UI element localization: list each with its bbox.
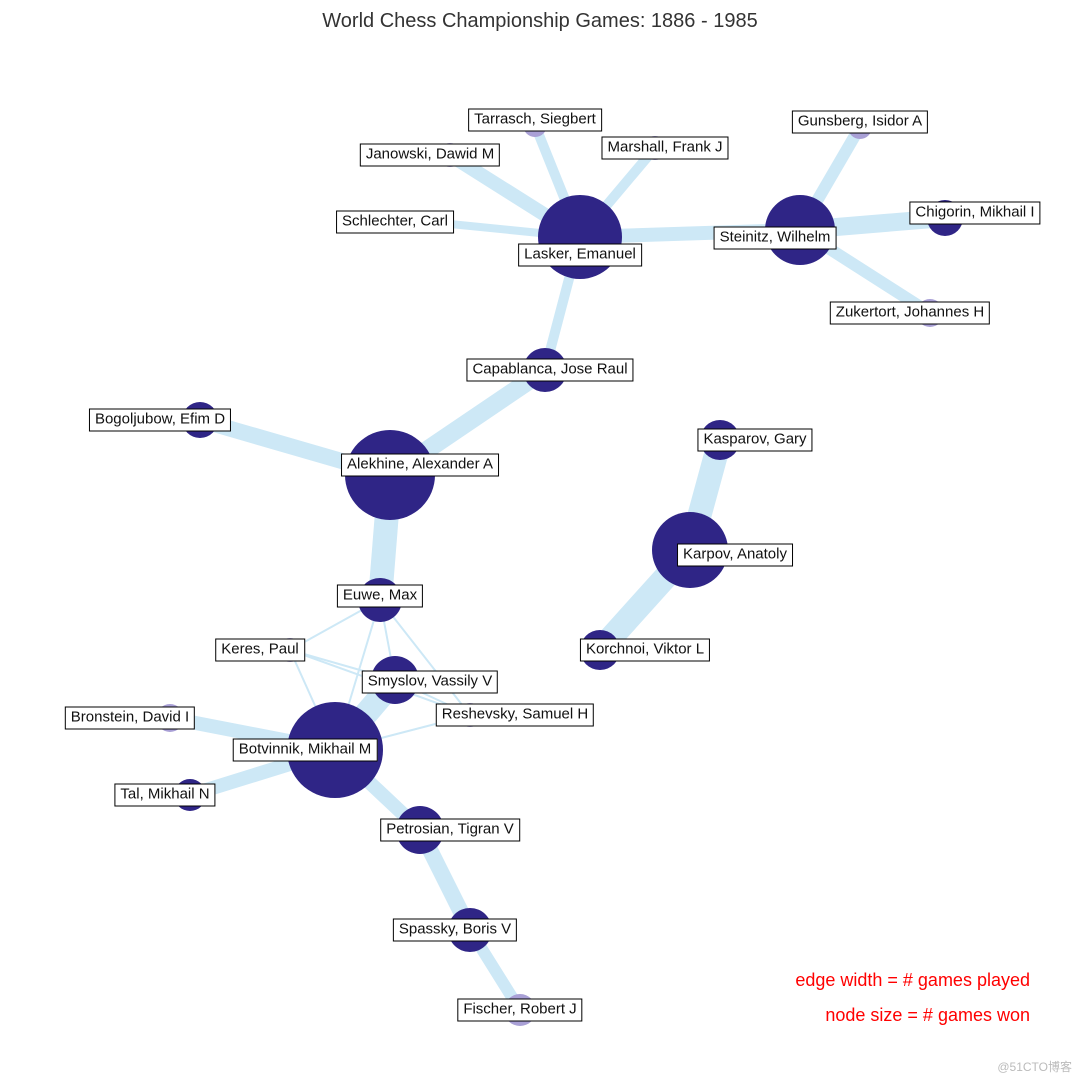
- label-bronstein: Bronstein, David I: [65, 707, 195, 730]
- label-marshall: Marshall, Frank J: [601, 137, 728, 160]
- label-reshevsky: Reshevsky, Samuel H: [436, 704, 594, 727]
- label-karpov: Karpov, Anatoly: [677, 544, 793, 567]
- label-spassky: Spassky, Boris V: [393, 919, 517, 942]
- label-alekhine: Alekhine, Alexander A: [341, 454, 499, 477]
- label-lasker: Lasker, Emanuel: [518, 244, 642, 267]
- label-steinitz: Steinitz, Wilhelm: [714, 227, 837, 250]
- label-tal: Tal, Mikhail N: [114, 784, 215, 807]
- label-chigorin: Chigorin, Mikhail I: [909, 202, 1040, 225]
- watermark: @51CTO博客: [997, 1058, 1072, 1075]
- label-gunsberg: Gunsberg, Isidor A: [792, 111, 928, 134]
- legend-edge-width: edge width = # games played: [795, 970, 1030, 991]
- label-schlechter: Schlechter, Carl: [336, 211, 454, 234]
- label-euwe: Euwe, Max: [337, 585, 423, 608]
- label-botvinnik: Botvinnik, Mikhail M: [233, 739, 378, 762]
- label-tarrasch: Tarrasch, Siegbert: [468, 109, 602, 132]
- label-korchnoi: Korchnoi, Viktor L: [580, 639, 710, 662]
- label-capablanca: Capablanca, Jose Raul: [466, 359, 633, 382]
- label-petrosian: Petrosian, Tigran V: [380, 819, 520, 842]
- network-graph: [0, 0, 1080, 1081]
- label-keres: Keres, Paul: [215, 639, 305, 662]
- label-fischer: Fischer, Robert J: [457, 999, 582, 1022]
- label-zukertort: Zukertort, Johannes H: [830, 302, 990, 325]
- legend-node-size: node size = # games won: [825, 1005, 1030, 1026]
- label-janowski: Janowski, Dawid M: [360, 144, 500, 167]
- label-smyslov: Smyslov, Vassily V: [362, 671, 498, 694]
- label-bogoljubow: Bogoljubow, Efim D: [89, 409, 231, 432]
- label-kasparov: Kasparov, Gary: [697, 429, 812, 452]
